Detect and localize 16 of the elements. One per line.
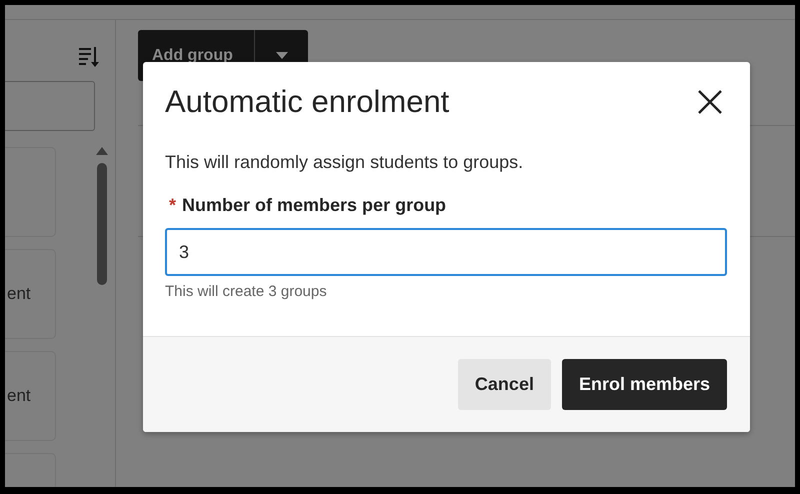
group-card[interactable]: ent: [5, 249, 56, 339]
dialog-title: Automatic enrolment: [165, 84, 450, 120]
required-asterisk: *: [169, 195, 176, 216]
dialog-description: This will randomly assign students to groups.: [165, 152, 524, 173]
cancel-button[interactable]: Cancel: [458, 359, 551, 410]
close-icon[interactable]: [698, 90, 722, 114]
caret-icon: [276, 52, 288, 59]
input-field[interactable]: 3: [165, 228, 727, 276]
scroll-up-icon[interactable]: [96, 147, 108, 155]
field-label: Number of members per group: [182, 195, 446, 216]
search-field[interactable]: [5, 81, 95, 131]
field-hint: This will create 3 groups: [165, 283, 328, 300]
enrol-button[interactable]: Enrol members: [562, 359, 727, 410]
scrollbar-thumb[interactable]: [97, 163, 107, 285]
group-card[interactable]: ent: [5, 351, 56, 441]
sort-icon[interactable]: [79, 46, 101, 68]
